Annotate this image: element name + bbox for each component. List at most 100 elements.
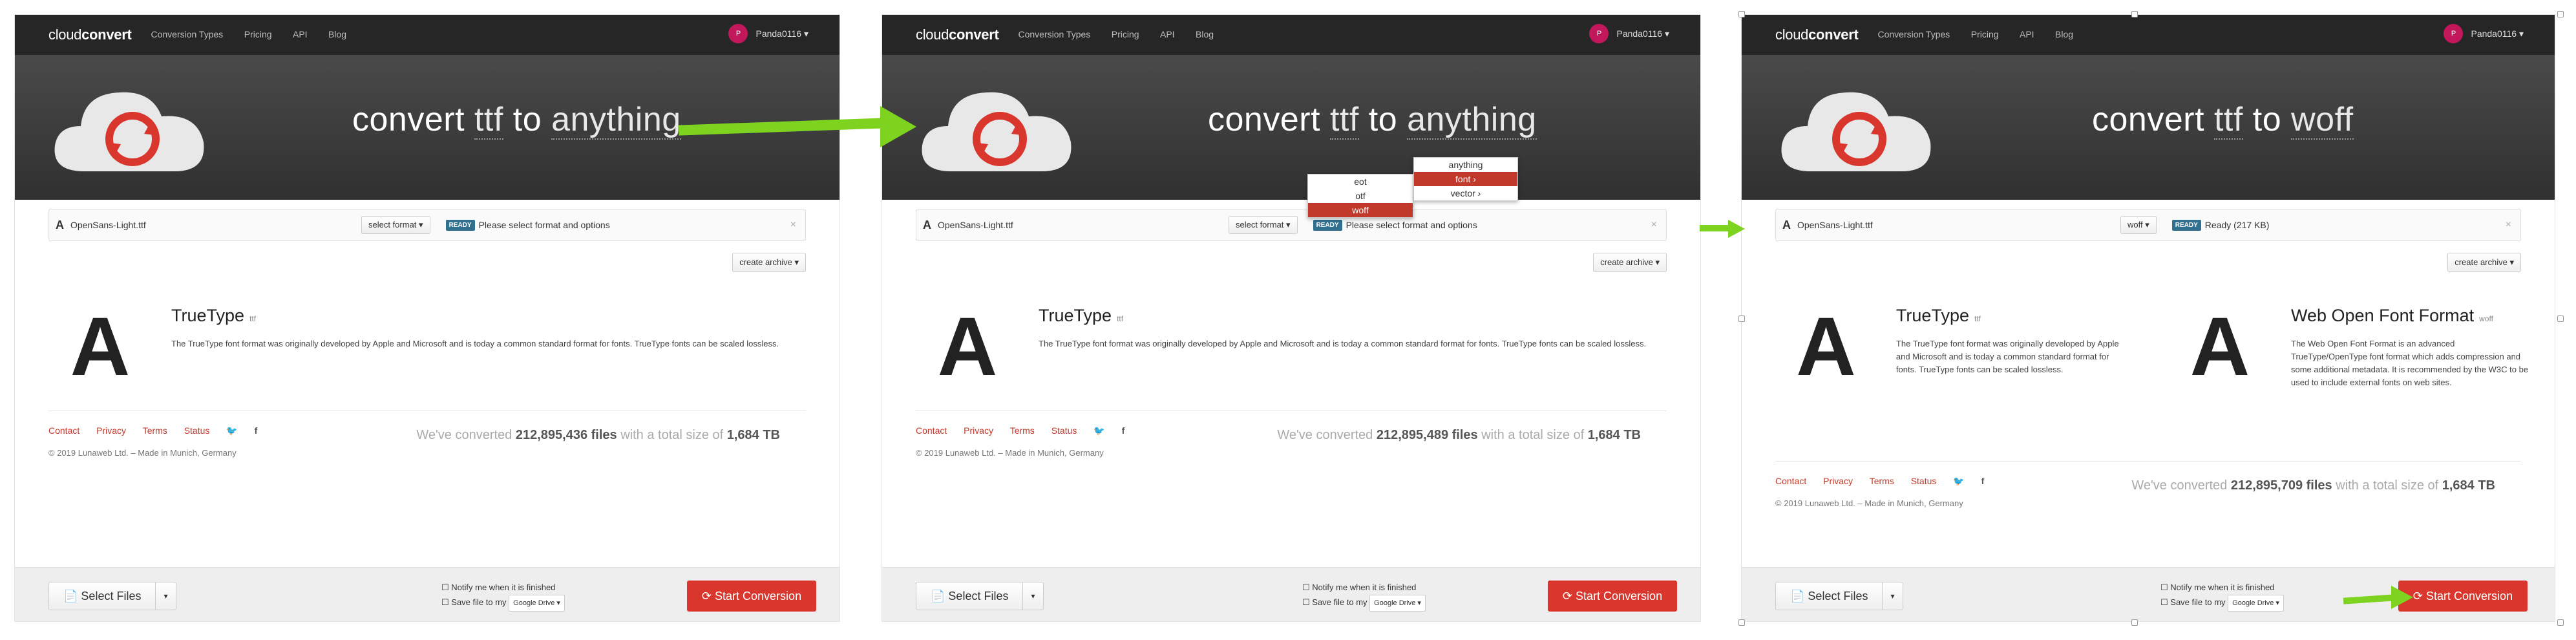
- format-select-button[interactable]: select format ▾: [1229, 216, 1298, 234]
- bottom-action-bar: 📄 Select Files ▾ ☐ Notify me when it is f…: [1742, 567, 2555, 621]
- format-select-button[interactable]: woff ▾: [2120, 216, 2157, 234]
- google-drive-select[interactable]: Google Drive ▾: [2228, 595, 2284, 612]
- bottom-action-bar: 📄 Select Files ▾ ☐ Notify me when it is f…: [15, 567, 839, 621]
- format-option-woff[interactable]: woff: [1308, 203, 1413, 217]
- avatar: P: [1589, 24, 1609, 43]
- start-conversion-button[interactable]: ⟳ Start Conversion: [1548, 581, 1677, 612]
- create-archive-button[interactable]: create archive ▾: [2447, 253, 2521, 272]
- format-select-button[interactable]: select format ▾: [361, 216, 430, 234]
- footer-status[interactable]: Status: [184, 425, 210, 436]
- nav-conversion-types[interactable]: Conversion Types: [1018, 29, 1090, 39]
- create-archive-button[interactable]: create archive ▾: [732, 253, 806, 272]
- category-option-vector[interactable]: vector ›: [1414, 186, 1517, 200]
- bottom-action-bar: 📄 Select Files ▾ ☐ Notify me when it is f…: [882, 567, 1700, 621]
- twitter-icon[interactable]: 🐦: [1093, 425, 1104, 436]
- facebook-icon[interactable]: f: [255, 425, 258, 436]
- create-archive-button[interactable]: create archive ▾: [1593, 253, 1667, 272]
- conversion-options: ☐ Notify me when it is finished ☐ Save f…: [2160, 581, 2284, 612]
- google-drive-select[interactable]: Google Drive ▾: [1369, 595, 1426, 612]
- chevron-right-icon: ›: [1473, 174, 1476, 184]
- chevron-down-icon[interactable]: ▾: [1023, 592, 1042, 601]
- footer-privacy[interactable]: Privacy: [1823, 476, 1853, 486]
- format-option-eot[interactable]: eot: [1308, 175, 1413, 189]
- start-conversion-button[interactable]: ⟳ Start Conversion: [687, 581, 816, 612]
- nav-pricing[interactable]: Pricing: [244, 29, 272, 39]
- chevron-right-icon: ›: [1477, 188, 1481, 198]
- logo[interactable]: cloudconvert: [916, 27, 999, 43]
- browser-page: cloudconvert Conversion Types Pricing AP…: [1741, 14, 2555, 622]
- category-option-font[interactable]: font ›: [1414, 172, 1517, 186]
- footer-privacy[interactable]: Privacy: [96, 425, 126, 436]
- facebook-icon[interactable]: f: [1122, 425, 1125, 436]
- copyright: © 2019 Lunaweb Ltd. – Made in Munich, Ge…: [1775, 498, 1963, 508]
- selection-handle: [1738, 11, 1745, 17]
- select-files-button[interactable]: 📄 Select Files ▾: [916, 582, 1044, 610]
- google-drive-select[interactable]: Google Drive ▾: [509, 595, 565, 612]
- twitter-icon[interactable]: 🐦: [226, 425, 237, 436]
- font-file-icon: A: [1782, 218, 1791, 231]
- footer-contact[interactable]: Contact: [48, 425, 79, 436]
- copyright: © 2019 Lunaweb Ltd. – Made in Munich, Ge…: [48, 448, 237, 458]
- file-row: A OpenSans-Light.ttf select format ▾ REA…: [916, 209, 1667, 241]
- facebook-icon[interactable]: f: [1981, 476, 1985, 486]
- nav-pricing[interactable]: Pricing: [1971, 29, 1999, 39]
- chevron-down-icon[interactable]: ▾: [1883, 592, 1902, 601]
- refresh-icon: ⟳: [2412, 589, 2427, 603]
- screenshot-panel-2: cloudconvert Conversion Types Pricing AP…: [866, 0, 1726, 640]
- format-body: The TrueType font format was originally …: [171, 339, 779, 348]
- format-description: A TrueType ttf The TrueType font format w…: [1775, 306, 2124, 389]
- nav-blog[interactable]: Blog: [328, 29, 346, 39]
- logo[interactable]: cloudconvert: [48, 27, 132, 43]
- footer-status[interactable]: Status: [1911, 476, 1937, 486]
- notify-checkbox[interactable]: ☐: [2160, 582, 2168, 592]
- format-dropdown-categories: anything font › vector ›: [1413, 157, 1518, 201]
- footer-status[interactable]: Status: [1051, 425, 1077, 436]
- footer-privacy[interactable]: Privacy: [964, 425, 993, 436]
- nav-conversion-types[interactable]: Conversion Types: [151, 29, 223, 39]
- notify-checkbox[interactable]: ☐: [1302, 582, 1310, 592]
- nav-pricing[interactable]: Pricing: [1112, 29, 1139, 39]
- footer-terms[interactable]: Terms: [1870, 476, 1894, 486]
- remove-file-icon[interactable]: ×: [2506, 219, 2511, 231]
- remove-file-icon[interactable]: ×: [1651, 219, 1657, 231]
- save-checkbox[interactable]: ☐: [2160, 597, 2168, 607]
- user-menu[interactable]: P Panda0116 ▾: [728, 24, 808, 43]
- notify-checkbox[interactable]: ☐: [441, 582, 449, 592]
- category-option-anything[interactable]: anything: [1414, 158, 1517, 172]
- chevron-down-icon[interactable]: ▾: [156, 592, 175, 601]
- save-checkbox[interactable]: ☐: [1302, 597, 1310, 607]
- nav-blog[interactable]: Blog: [2055, 29, 2073, 39]
- nav-api[interactable]: API: [1160, 29, 1175, 39]
- nav-blog[interactable]: Blog: [1196, 29, 1214, 39]
- footer-terms[interactable]: Terms: [143, 425, 167, 436]
- nav-api[interactable]: API: [2020, 29, 2034, 39]
- footer-contact[interactable]: Contact: [916, 425, 947, 436]
- format-ext: ttf: [249, 314, 257, 323]
- nav-conversion-types[interactable]: Conversion Types: [1877, 29, 1950, 39]
- font-glyph-icon: A: [70, 301, 131, 393]
- footer-contact[interactable]: Contact: [1775, 476, 1806, 486]
- twitter-icon[interactable]: 🐦: [1953, 476, 1964, 486]
- start-conversion-button[interactable]: ⟳ Start Conversion: [2398, 581, 2528, 612]
- select-files-button[interactable]: 📄 Select Files ▾: [48, 582, 176, 610]
- target-format-body: The Web Open Font Format is an advanced …: [2291, 339, 2529, 387]
- save-checkbox[interactable]: ☐: [441, 597, 449, 607]
- status-text: Ready (217 KB): [2204, 220, 2270, 230]
- top-navbar: cloudconvert Conversion Types Pricing AP…: [1742, 15, 2555, 55]
- screenshot-panel-1: cloudconvert Conversion Types Pricing AP…: [0, 0, 866, 640]
- select-files-button[interactable]: 📄 Select Files ▾: [1775, 582, 1903, 610]
- cloud-convert-icon: [1781, 92, 1931, 171]
- user-menu[interactable]: P Panda0116 ▾: [2444, 24, 2524, 43]
- status-text: Please select format and options: [1346, 220, 1477, 230]
- screenshot-panel-3: cloudconvert Conversion Types Pricing AP…: [1726, 0, 2576, 640]
- status-text: Please select format and options: [478, 220, 610, 230]
- hero-headline: convert ttf to anything: [352, 101, 681, 140]
- top-navbar: cloudconvert Conversion Types Pricing AP…: [882, 15, 1700, 55]
- footer-terms[interactable]: Terms: [1010, 425, 1035, 436]
- nav-api[interactable]: API: [293, 29, 308, 39]
- remove-file-icon[interactable]: ×: [790, 219, 796, 231]
- user-menu[interactable]: P Panda0116 ▾: [1589, 24, 1669, 43]
- format-title: TrueType: [1039, 306, 1112, 325]
- logo[interactable]: cloudconvert: [1775, 27, 1859, 43]
- format-option-otf[interactable]: otf: [1308, 189, 1413, 203]
